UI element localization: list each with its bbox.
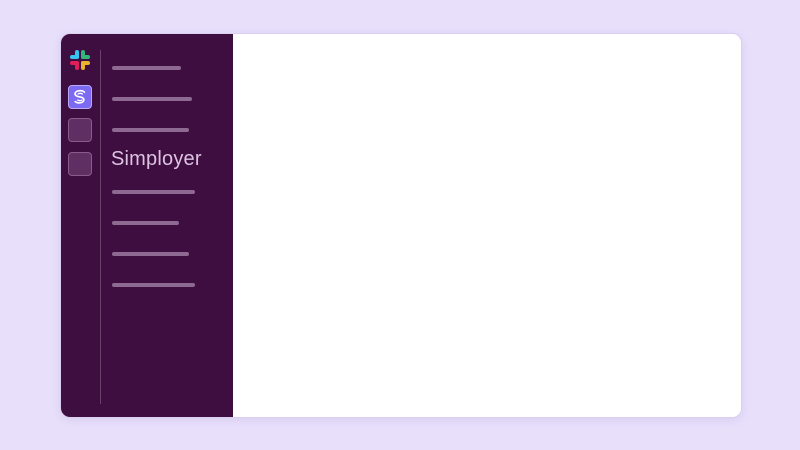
rail-divider xyxy=(100,50,101,404)
workspace-switch-simployer[interactable] xyxy=(68,85,92,109)
channel-placeholder[interactable] xyxy=(112,221,179,225)
workspace-switch-2[interactable] xyxy=(68,118,92,142)
workspace-switch-3[interactable] xyxy=(68,152,92,176)
channel-placeholder[interactable] xyxy=(112,128,189,132)
channel-placeholder[interactable] xyxy=(112,66,181,70)
channel-placeholder[interactable] xyxy=(112,252,189,256)
workspace-name[interactable]: Simployer xyxy=(111,148,202,171)
simployer-logo-icon xyxy=(74,89,86,104)
sidebar: Simployer xyxy=(61,34,233,417)
channel-placeholder[interactable] xyxy=(112,190,195,194)
channel-placeholder[interactable] xyxy=(112,97,192,101)
slack-logo-icon xyxy=(70,50,90,70)
main-content-pane xyxy=(233,34,741,417)
app-window: Simployer xyxy=(60,33,742,418)
channel-placeholder[interactable] xyxy=(112,283,195,287)
